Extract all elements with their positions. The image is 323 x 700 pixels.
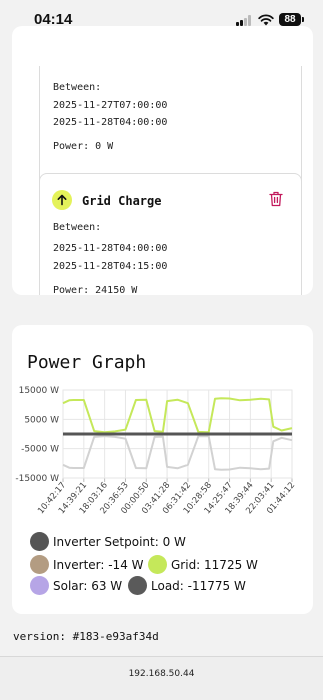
legend-item[interactable]: Grid: 11725 W (148, 555, 258, 574)
legend-label: Inverter: -14 W (53, 557, 144, 572)
legend-label: Inverter Setpoint: 0 W (53, 534, 186, 549)
arrow-up-icon (52, 190, 72, 210)
browser-footer: 192.168.50.44 (0, 656, 323, 700)
schedule-item[interactable]: Grid Charge Between: 2025-11-28T04:00:00… (39, 173, 302, 295)
power-chart[interactable]: 15000 W5000 W-5000 W-15000 W10:42:1714:3… (12, 380, 313, 528)
series-line (62, 435, 293, 471)
between-label: Between: (53, 222, 102, 233)
legend-swatch (30, 532, 49, 551)
y-tick-label: 5000 W (24, 415, 59, 425)
legend-swatch (30, 576, 49, 595)
legend-item[interactable]: Solar: 63 W (30, 576, 122, 595)
wifi-icon (258, 14, 274, 26)
legend-label: Grid: 11725 W (171, 557, 258, 572)
start-time: 2025-11-28T04:00:00 (53, 243, 168, 254)
legend-swatch (128, 576, 147, 595)
battery-icon: 88 (279, 13, 301, 26)
start-time: 2025-11-27T07:00:00 (53, 100, 168, 111)
end-time: 2025-11-28T04:15:00 (53, 261, 168, 272)
cellular-signal-icon (236, 15, 253, 26)
power-graph-card: Power Graph 15000 W 5000 W -5000 W -15000 W… (12, 325, 313, 614)
between-label: Between: (53, 82, 102, 93)
schedule-list[interactable]: Between: 2025-11-27T07:00:00 2025-11-28T… (39, 66, 305, 295)
legend-label: Load: -11775 W (151, 578, 246, 593)
schedules-card: Between: 2025-11-27T07:00:00 2025-11-28T… (12, 26, 313, 295)
legend-item[interactable]: Load: -11775 W (128, 576, 246, 595)
power-value: Power: 0 W (53, 141, 114, 152)
version-text: version: #183-e93af34d (13, 630, 159, 643)
series-line (62, 397, 293, 434)
legend-label: Solar: 63 W (53, 578, 123, 593)
schedule-title: Grid Charge (82, 194, 162, 208)
y-tick-label: -5000 W (21, 445, 59, 455)
delete-icon[interactable] (269, 191, 283, 207)
battery-tip (302, 17, 304, 22)
legend-swatch (30, 555, 49, 574)
url-text[interactable]: 192.168.50.44 (0, 669, 323, 679)
end-time: 2025-11-28T04:00:00 (53, 117, 168, 128)
legend-swatch (148, 555, 167, 574)
y-tick-label: -15000 W (15, 474, 59, 484)
power-value: Power: 24150 W (53, 285, 138, 295)
legend-item[interactable]: Inverter: -14 W (30, 555, 144, 574)
graph-title: Power Graph (27, 352, 147, 373)
legend-item[interactable]: Inverter Setpoint: 0 W (30, 532, 186, 551)
y-tick-label: 15000 W (19, 386, 59, 396)
